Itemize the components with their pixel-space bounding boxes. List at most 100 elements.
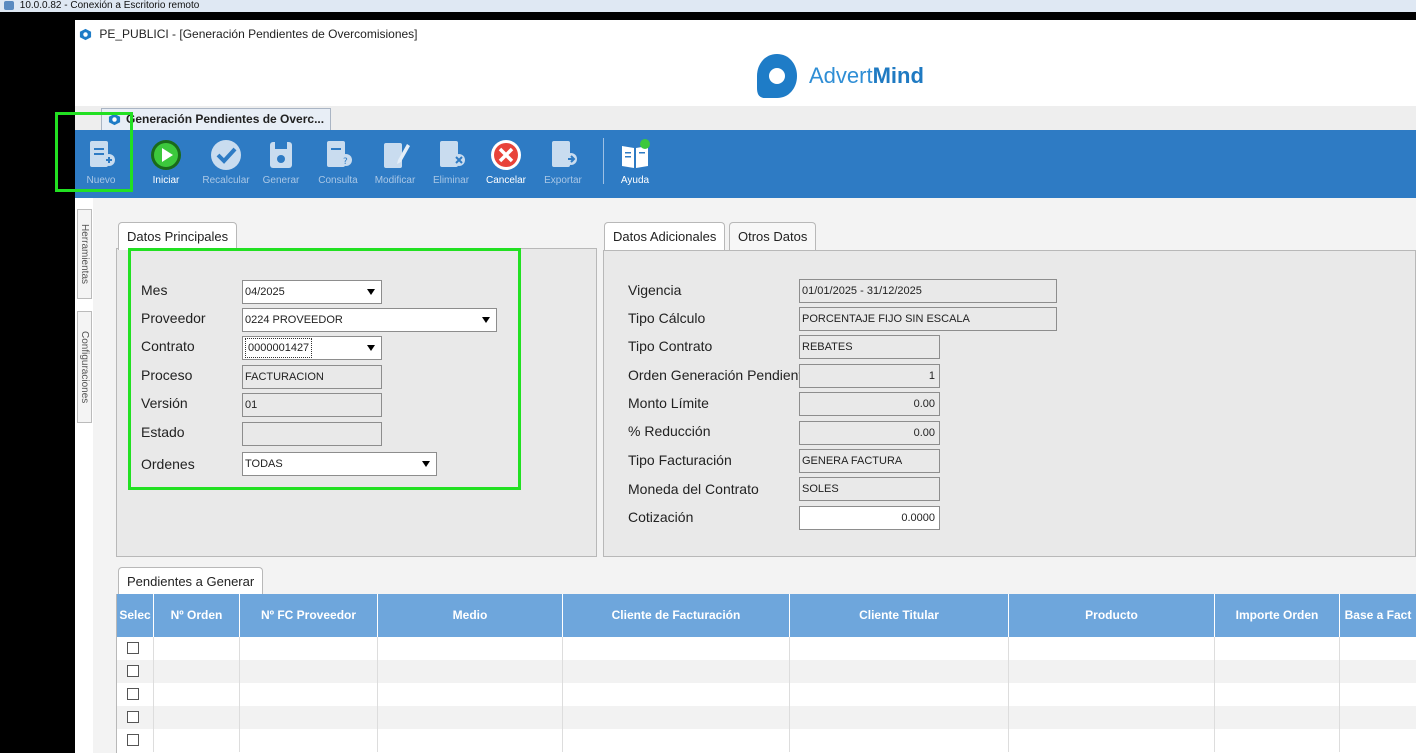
query-icon: ?	[327, 141, 352, 167]
column-header-nro-orden[interactable]: Nº Orden	[154, 594, 240, 637]
column-header-medio[interactable]: Medio	[378, 594, 563, 637]
rdp-title-bar: 10.0.0.82 - Conexión a Escritorio remoto	[0, 0, 1416, 12]
logo-icon	[108, 113, 121, 126]
column-header-base-a-fact[interactable]: Base a Fact	[1340, 594, 1416, 637]
ordenes-label: Ordenes	[141, 456, 195, 472]
play-icon	[151, 140, 181, 170]
tipo-calculo-label: Tipo Cálculo	[628, 310, 706, 326]
monto-limite-label: Monto Límite	[628, 395, 709, 411]
delete-doc-icon	[440, 141, 465, 167]
recalcular-button[interactable]: Recalcular	[201, 130, 251, 198]
mes-select[interactable]: 04/2025	[242, 280, 382, 304]
modificar-button[interactable]: Modificar	[369, 130, 421, 198]
cancelar-label: Cancelar	[485, 175, 527, 186]
table-row[interactable]	[117, 729, 1416, 752]
row-select-checkbox[interactable]	[127, 665, 139, 677]
vigencia-field: 01/01/2025 - 31/12/2025	[799, 279, 1057, 303]
dropdown-arrow-icon[interactable]	[478, 309, 496, 331]
dropdown-arrow-icon[interactable]	[363, 281, 381, 303]
moneda-label: Moneda del Contrato	[628, 481, 759, 497]
estado-label: Estado	[141, 424, 185, 440]
tipo-calculo-field: PORCENTAJE FIJO SIN ESCALA	[799, 307, 1057, 331]
eliminar-label: Eliminar	[432, 175, 470, 186]
ordenes-select[interactable]: TODAS	[242, 452, 437, 476]
ayuda-button[interactable]: Ayuda	[613, 130, 657, 198]
tab-pendientes-a-generar[interactable]: Pendientes a Generar	[118, 567, 264, 595]
generar-label: Generar	[262, 175, 300, 186]
rdp-title: 10.0.0.82 - Conexión a Escritorio remoto	[19, 0, 200, 11]
table-row[interactable]	[117, 683, 1416, 706]
modificar-label: Modificar	[374, 175, 416, 186]
document-tabstrip: Generación Pendientes de Overc...	[75, 106, 1416, 130]
tab-datos-principales[interactable]: Datos Principales	[118, 222, 238, 250]
window-title: PE_PUBLICI - [Generación Pendientes de O…	[99, 27, 418, 41]
logo-icon	[757, 54, 797, 98]
brand-logo: AdvertMind	[755, 50, 924, 102]
orden-gen-field: 1	[799, 364, 940, 388]
iniciar-label: Iniciar	[152, 175, 180, 186]
logo-icon	[79, 29, 92, 41]
vigencia-label: Vigencia	[628, 282, 682, 298]
reduccion-field: 0.00	[799, 421, 940, 445]
column-header-cliente-facturacion[interactable]: Cliente de Facturación	[563, 594, 790, 637]
column-header-cliente-titular[interactable]: Cliente Titular	[790, 594, 1009, 637]
reduccion-label: % Reducción	[628, 423, 711, 439]
row-select-checkbox[interactable]	[127, 688, 139, 700]
nuevo-button[interactable]: Nuevo	[81, 130, 121, 198]
tipo-contrato-field: REBATES	[799, 335, 940, 359]
cotizacion-label: Cotización	[628, 509, 694, 525]
tab-datos-adicionales[interactable]: Datos Adicionales	[604, 222, 726, 250]
dropdown-arrow-icon[interactable]	[363, 337, 381, 359]
exportar-label: Exportar	[544, 175, 582, 186]
row-select-checkbox[interactable]	[127, 642, 139, 654]
document-tab[interactable]: Generación Pendientes de Overc...	[101, 108, 332, 130]
table-row[interactable]	[117, 637, 1416, 660]
toolbar-separator	[603, 138, 604, 184]
monto-limite-field: 0.00	[799, 392, 940, 416]
table-row[interactable]	[117, 660, 1416, 683]
brand-name-bold: Mind	[872, 63, 924, 88]
column-header-nro-fc-proveedor[interactable]: Nº FC Proveedor	[240, 594, 378, 637]
tab-otros-datos[interactable]: Otros Datos	[729, 222, 817, 250]
document-tab-label: Generación Pendientes de Overc...	[126, 112, 325, 126]
proceso-field: FACTURACION	[242, 365, 382, 389]
side-tab-configuraciones[interactable]: Configuraciones	[77, 311, 92, 423]
column-header-selec[interactable]: Selec	[117, 594, 154, 637]
contrato-select[interactable]: 0000001427	[242, 336, 382, 360]
ayuda-label: Ayuda	[620, 175, 650, 186]
cotizacion-input[interactable]: 0.0000	[799, 506, 940, 530]
version-label: Versión	[141, 395, 188, 411]
dropdown-arrow-icon[interactable]	[418, 453, 436, 475]
column-header-importe-orden[interactable]: Importe Orden	[1215, 594, 1340, 637]
mes-value: 04/2025	[245, 286, 285, 298]
tipo-facturacion-field: GENERA FACTURA	[799, 449, 940, 473]
generar-button[interactable]: Generar	[259, 130, 303, 198]
tipo-facturacion-label: Tipo Facturación	[628, 452, 732, 468]
remote-desktop-icon	[4, 0, 14, 10]
svg-text:?: ?	[343, 157, 348, 167]
proveedor-value: 0224 PROVEEDOR	[245, 314, 343, 326]
version-field: 01	[242, 393, 382, 417]
cancel-icon	[491, 140, 521, 170]
row-select-checkbox[interactable]	[127, 711, 139, 723]
recalcular-label: Recalcular	[202, 175, 250, 186]
proveedor-select[interactable]: 0224 PROVEEDOR	[242, 308, 497, 332]
proveedor-label: Proveedor	[141, 310, 206, 326]
table-row[interactable]	[117, 706, 1416, 729]
proceso-label: Proceso	[141, 367, 193, 383]
iniciar-button[interactable]: Iniciar	[141, 130, 191, 198]
contrato-label: Contrato	[141, 338, 195, 354]
row-select-checkbox[interactable]	[127, 734, 139, 746]
new-doc-icon	[90, 141, 115, 167]
exportar-button[interactable]: Exportar	[537, 130, 589, 198]
column-header-producto[interactable]: Producto	[1009, 594, 1215, 637]
edit-icon	[384, 143, 410, 168]
consulta-button[interactable]: ? Consulta	[313, 130, 363, 198]
eliminar-button[interactable]: Eliminar	[429, 130, 473, 198]
cancelar-button[interactable]: Cancelar	[481, 130, 531, 198]
brand-name: AdvertMind	[809, 63, 924, 89]
brand-name-light: Advert	[809, 63, 873, 88]
contrato-value: 0000001427	[245, 338, 313, 358]
window-title-bar: PE_PUBLICI - [Generación Pendientes de O…	[75, 20, 1416, 48]
side-tab-herramientas[interactable]: Herramientas	[77, 209, 92, 299]
